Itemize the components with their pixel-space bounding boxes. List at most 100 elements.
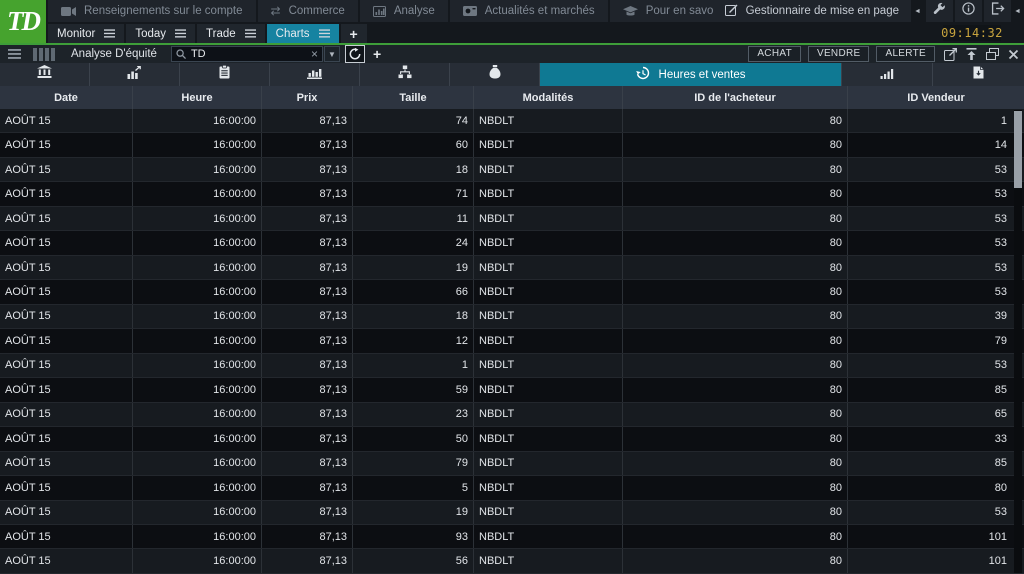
alerte-button[interactable]: ALERTE [876,46,935,62]
tab-monitor[interactable]: Monitor [48,24,124,43]
panel-tab-bank[interactable] [0,63,90,86]
symbol-search-input[interactable]: TD × [171,46,323,62]
symbol-toolbar: Analyse D'équité TD × ▼ + ACHATVENDREALE… [0,45,1024,63]
cell-modalites: NBDLT [474,109,623,132]
cell-vendeur: 85 [848,452,1024,475]
tab-charts[interactable]: Charts [267,24,339,43]
panel-tab-volume-bars[interactable] [842,63,933,86]
refresh-button[interactable] [345,45,365,63]
cell-acheteur: 80 [623,354,848,377]
menu-item-commerce[interactable]: ⇄Commerce [258,0,358,22]
cell-heure: 16:00:00 [133,158,262,181]
layout-columns-icon[interactable] [33,48,55,61]
column-header-taille[interactable]: Taille [353,86,474,109]
cell-heure: 16:00:00 [133,182,262,205]
cell-vendeur: 53 [848,354,1024,377]
layout-manager-label: Gestionnaire de mise en page [746,5,899,17]
menu-item-renseignements-sur-le-compte[interactable]: Renseignements sur le compte [48,0,256,22]
cell-prix: 87,13 [262,256,353,279]
cell-taille: 5 [353,476,474,499]
cell-taille: 18 [353,158,474,181]
cell-acheteur: 80 [623,256,848,279]
column-header-vendeur[interactable]: ID Vendeur [848,86,1024,109]
cell-prix: 87,13 [262,378,353,401]
growth-chart-icon [127,66,142,84]
achat-button[interactable]: ACHAT [748,46,801,62]
history-icon [636,66,650,83]
add-symbol-button[interactable]: + [373,46,381,62]
table-row: AOÛT 1516:00:0087,1312NBDLT8079 [0,329,1024,353]
cell-vendeur: 85 [848,378,1024,401]
cell-acheteur: 80 [623,476,848,499]
cell-prix: 87,13 [262,476,353,499]
menu-item-actualit-s-et-march-s[interactable]: Actualités et marchés [450,0,608,22]
column-header-acheteur[interactable]: ID de l'acheteur [623,86,848,109]
vendre-button[interactable]: VENDRE [808,46,869,62]
cell-taille: 24 [353,231,474,254]
column-header-prix[interactable]: Prix [262,86,353,109]
cell-prix: 87,13 [262,280,353,303]
cell-acheteur: 80 [623,329,848,352]
table-scrollbar[interactable] [1014,110,1022,573]
cell-date: AOÛT 15 [0,305,133,328]
panel-tab-growth-chart[interactable] [90,63,180,86]
tab-today[interactable]: Today [126,24,195,43]
collapse-right-edge-icon[interactable]: ◄ [1011,0,1024,22]
close-panel-icon[interactable] [1008,49,1019,60]
column-header-heure[interactable]: Heure [133,86,262,109]
column-header-date[interactable]: Date [0,86,133,109]
collapse-left-icon[interactable]: ◄ [911,0,924,22]
cell-date: AOÛT 15 [0,427,133,450]
cell-heure: 16:00:00 [133,354,262,377]
symbol-dropdown-button[interactable]: ▼ [324,46,340,62]
column-header-modalites[interactable]: Modalités [474,86,623,109]
panel-menu-icon[interactable] [8,49,21,59]
cell-acheteur: 80 [623,427,848,450]
cell-heure: 16:00:00 [133,231,262,254]
panel-tab-money-bag[interactable] [450,63,540,86]
cell-taille: 71 [353,182,474,205]
duplicate-window-icon[interactable] [986,48,999,60]
popout-icon[interactable] [944,48,957,61]
cell-vendeur: 53 [848,182,1024,205]
cell-date: AOÛT 15 [0,525,133,548]
cell-modalites: NBDLT [474,305,623,328]
settings-button[interactable] [926,0,953,22]
scrollbar-thumb[interactable] [1014,111,1022,188]
right-icon-tabs [842,63,1024,86]
layout-manager-button[interactable]: Gestionnaire de mise en page [713,0,911,22]
cell-taille: 60 [353,133,474,156]
cell-date: AOÛT 15 [0,452,133,475]
menu-item-analyse[interactable]: Analyse [360,0,448,22]
account-icon [61,6,76,17]
add-workspace-tab-button[interactable]: + [341,24,367,43]
cell-vendeur: 53 [848,501,1024,524]
table-row: AOÛT 1516:00:0087,1324NBDLT8053 [0,231,1024,255]
wrench-icon [933,2,946,20]
cell-vendeur: 79 [848,329,1024,352]
cell-date: AOÛT 15 [0,109,133,132]
cell-prix: 87,13 [262,109,353,132]
tab-trade[interactable]: Trade [197,24,265,43]
active-tab-label: Heures et ventes [659,69,746,81]
tab-heures-et-ventes[interactable]: Heures et ventes [540,63,842,86]
menu-lines-icon [245,29,256,38]
cell-modalites: NBDLT [474,158,623,181]
panel-tab-bar-chart[interactable] [270,63,360,86]
panel-tab-sitemap[interactable] [360,63,450,86]
signout-button[interactable] [984,0,1011,22]
cell-modalites: NBDLT [474,403,623,426]
cell-heure: 16:00:00 [133,133,262,156]
table-row: AOÛT 1516:00:0087,1374NBDLT801 [0,109,1024,133]
cell-prix: 87,13 [262,427,353,450]
panel-tab-bar: Heures et ventes [0,63,1024,86]
dock-top-icon[interactable] [966,48,977,60]
cell-heure: 16:00:00 [133,525,262,548]
panel-tab-clipboard[interactable] [180,63,270,86]
menu-lines-icon [104,29,115,38]
money-bag-icon [489,65,501,84]
panel-tab-report[interactable] [933,63,1024,86]
cell-prix: 87,13 [262,549,353,572]
clear-search-icon[interactable]: × [311,47,318,61]
info-button[interactable] [955,0,982,22]
